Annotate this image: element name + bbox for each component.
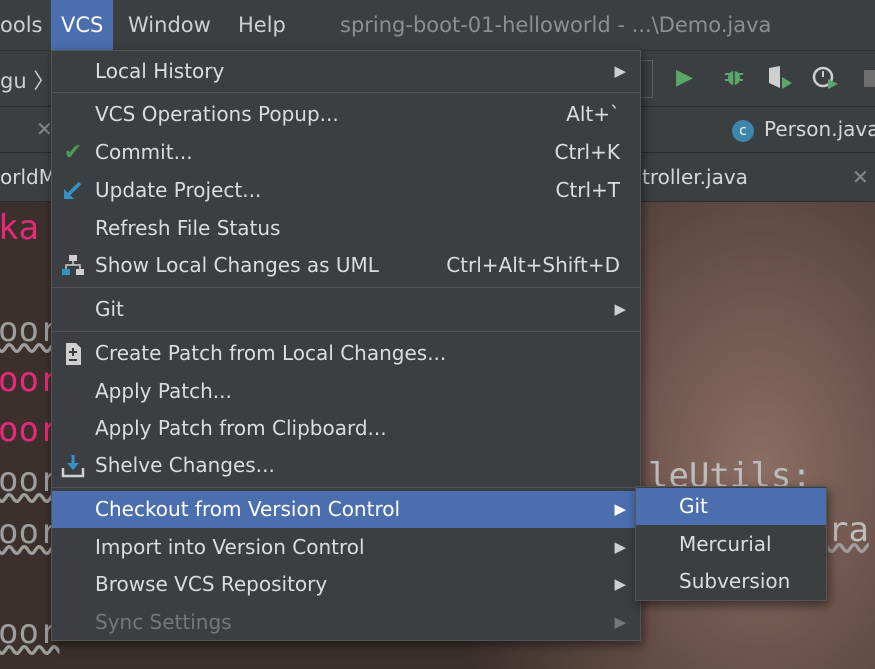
- menu-item-label: Checkout from Version Control: [95, 497, 401, 521]
- tab-controller-java[interactable]: troller.java: [642, 165, 748, 189]
- stop-icon[interactable]: ■: [862, 65, 875, 90]
- submenu-item-label: Mercurial: [679, 532, 772, 556]
- menu-item-label: Apply Patch...: [95, 379, 232, 403]
- menu-item-local-history[interactable]: Local History ▶: [52, 53, 640, 90]
- tab-helloworld[interactable]: orldM: [0, 165, 56, 189]
- submenu-item-mercurial[interactable]: Mercurial: [636, 526, 826, 563]
- menu-item-label: Commit...: [95, 140, 193, 164]
- code-fragment: ra: [828, 510, 869, 550]
- submenu-item-label: Git: [679, 494, 708, 518]
- window-title: spring-boot-01-helloworld - ...\Demo.jav…: [340, 13, 772, 37]
- menu-item-label: Import into Version Control: [95, 535, 365, 559]
- menu-item-vcs-operations-popup[interactable]: VCS Operations Popup... Alt+`: [52, 96, 640, 133]
- menu-item-refresh-file-status[interactable]: Refresh File Status: [52, 210, 640, 247]
- menu-separator: [52, 331, 640, 332]
- menu-item-browse-vcs-repository[interactable]: Browse VCS Repository ▶: [52, 566, 640, 603]
- check-icon: ✔: [63, 140, 83, 165]
- menu-item-label: Refresh File Status: [95, 216, 281, 240]
- menu-separator: [52, 487, 640, 488]
- menu-item-label: Show Local Changes as UML: [95, 253, 379, 277]
- tab-person-java[interactable]: c Person.java: [732, 117, 875, 142]
- submenu-item-label: Subversion: [679, 569, 791, 593]
- submenu-arrow-icon: ▶: [614, 300, 626, 318]
- menu-item-import-into-vcs[interactable]: Import into Version Control ▶: [52, 529, 640, 566]
- coverage-icon[interactable]: [766, 65, 794, 97]
- submenu-arrow-icon: ▶: [614, 500, 626, 518]
- submenu-item-subversion[interactable]: Subversion: [636, 563, 826, 600]
- shortcut-label: Alt+`: [566, 102, 620, 126]
- menu-item-show-local-changes-uml[interactable]: Show Local Changes as UML Ctrl+Alt+Shift…: [52, 247, 640, 284]
- class-icon: c: [732, 119, 754, 142]
- shelve-icon: [60, 453, 86, 479]
- update-arrow-icon: [60, 178, 86, 204]
- menu-vcs[interactable]: VCS: [51, 0, 114, 50]
- tab-label: Person.java: [764, 117, 875, 141]
- profiler-icon[interactable]: [812, 65, 840, 97]
- shortcut-label: Ctrl+Alt+Shift+D: [446, 253, 620, 277]
- menu-item-create-patch[interactable]: Create Patch from Local Changes...: [52, 335, 640, 372]
- menu-item-label: Apply Patch from Clipboard...: [95, 416, 387, 440]
- code-fragment: ka: [0, 208, 39, 248]
- menu-item-label: Browse VCS Repository: [95, 572, 328, 596]
- submenu-arrow-icon: ▶: [614, 613, 626, 631]
- menu-tools[interactable]: ools: [0, 8, 42, 42]
- menu-item-apply-patch-clipboard[interactable]: Apply Patch from Clipboard...: [52, 410, 640, 447]
- menu-item-git[interactable]: Git ▶: [52, 291, 640, 328]
- checkout-submenu: Git Mercurial Subversion: [635, 486, 827, 601]
- menu-item-commit[interactable]: ✔ Commit... Ctrl+K: [52, 134, 640, 171]
- menu-bar: ools VCS Window Help spring-boot-01-hell…: [0, 0, 875, 50]
- menu-item-label: VCS Operations Popup...: [95, 102, 339, 126]
- shortcut-label: Ctrl+K: [554, 140, 620, 164]
- menu-item-shelve-changes[interactable]: Shelve Changes...: [52, 447, 640, 484]
- menu-item-apply-patch[interactable]: Apply Patch...: [52, 373, 640, 410]
- menu-item-sync-settings: Sync Settings ▶: [52, 604, 640, 641]
- menu-item-label: Create Patch from Local Changes...: [95, 341, 447, 365]
- menu-item-label: Git: [95, 297, 124, 321]
- submenu-arrow-icon: ▶: [614, 538, 626, 556]
- patch-file-icon: [60, 341, 86, 367]
- uml-diagram-icon: [60, 253, 86, 279]
- menu-separator: [52, 92, 640, 93]
- menu-item-label: Shelve Changes...: [95, 453, 275, 477]
- menu-item-checkout-from-vcs[interactable]: Checkout from Version Control ▶: [52, 491, 640, 528]
- vcs-menu: Local History ▶ VCS Operations Popup... …: [51, 50, 641, 641]
- menu-item-label: Update Project...: [95, 178, 262, 202]
- menu-item-label: Sync Settings: [95, 610, 232, 634]
- run-config-combo[interactable]: [640, 60, 653, 98]
- submenu-arrow-icon: ▶: [614, 62, 626, 80]
- submenu-item-git[interactable]: Git: [636, 488, 826, 525]
- submenu-arrow-icon: ▶: [614, 575, 626, 593]
- menu-item-label: Local History: [95, 59, 225, 83]
- menu-item-update-project[interactable]: Update Project... Ctrl+T: [52, 172, 640, 209]
- debug-icon[interactable]: [722, 65, 746, 95]
- menu-separator: [52, 287, 640, 288]
- shortcut-label: Ctrl+T: [555, 178, 620, 202]
- menu-help[interactable]: Help: [238, 8, 286, 42]
- menu-window[interactable]: Window: [128, 8, 211, 42]
- run-icon[interactable]: ▶: [676, 65, 693, 90]
- close-tab-icon[interactable]: ✕: [852, 165, 869, 189]
